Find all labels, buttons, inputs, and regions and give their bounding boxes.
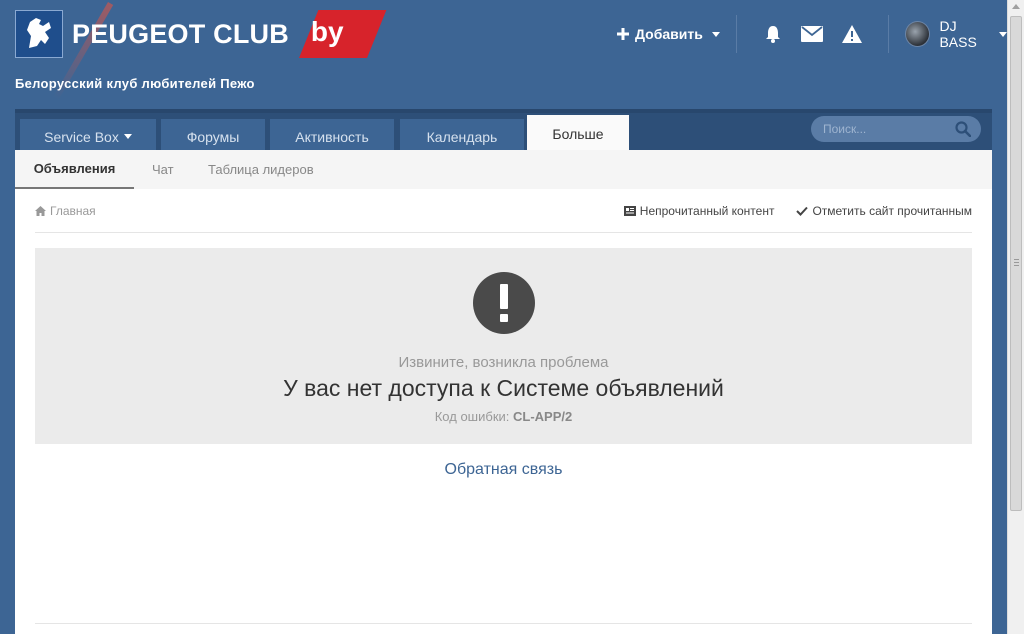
error-code: CL-APP/2 <box>513 409 573 424</box>
subnav-item-leaderboard[interactable]: Таблица лидеров <box>208 150 314 189</box>
subnav-label: Объявления <box>33 161 116 176</box>
peugeot-lion-icon <box>15 10 63 58</box>
exclamation-icon <box>473 272 535 334</box>
mark-site-read-label: Отметить сайт прочитанным <box>812 204 972 218</box>
tab-more[interactable]: Больше <box>527 115 629 152</box>
brand-suffix: by <box>310 16 344 47</box>
site-logo[interactable]: PEUGEOT CLUB by <box>15 10 387 58</box>
search-input[interactable] <box>811 122 949 136</box>
grip-icon <box>1014 259 1019 266</box>
site-header: PEUGEOT CLUB by Белорусский клуб любител… <box>0 0 1007 108</box>
breadcrumb-home-label: Главная <box>50 203 96 218</box>
brand-suffix-badge: by <box>298 10 387 58</box>
scroll-up-arrow-icon[interactable] <box>1012 4 1020 9</box>
tab-label: Календарь <box>426 128 498 145</box>
mark-site-read-link[interactable]: Отметить сайт прочитанным <box>796 204 972 218</box>
error-subtitle: Извините, возникла проблема <box>398 354 609 371</box>
notifications-button[interactable] <box>762 23 783 45</box>
tab-label: Активность <box>295 128 369 145</box>
envelope-icon <box>801 26 824 42</box>
tab-label: Форумы <box>186 128 240 145</box>
tab-calendar[interactable]: Календарь <box>400 119 524 154</box>
username: DJ BASS <box>939 18 977 50</box>
subnav-label: Таблица лидеров <box>208 162 314 177</box>
error-code-line: Код ошибки: CL-APP/2 <box>35 409 972 424</box>
avatar <box>905 21 931 47</box>
search-box <box>811 116 981 142</box>
add-content-button[interactable]: Добавить <box>617 26 720 42</box>
breadcrumb-home[interactable]: Главная <box>35 204 96 218</box>
user-menu-button[interactable]: DJ BASS <box>905 18 1007 50</box>
divider <box>735 15 737 53</box>
tab-label: Service Box <box>44 128 119 145</box>
subnav-item-classifieds[interactable]: Объявления <box>15 150 134 189</box>
tab-label: Больше <box>552 125 604 142</box>
main-content: Главная Непрочитанный контент Отметить с… <box>15 189 992 634</box>
chevron-down-icon <box>711 31 720 37</box>
scroll-thumb[interactable] <box>1010 16 1022 511</box>
reports-button[interactable] <box>841 23 863 45</box>
breadcrumb-bar: Главная Непрочитанный контент Отметить с… <box>35 189 972 233</box>
error-panel: Извините, возникла проблема У вас нет до… <box>35 248 972 444</box>
tab-forums[interactable]: Форумы <box>161 119 265 154</box>
brand-name: PEUGEOT CLUB <box>72 18 289 49</box>
sub-nav: Объявления Чат Таблица лидеров <box>15 150 992 189</box>
feedback-link[interactable]: Обратная связь <box>15 461 992 479</box>
unread-content-link[interactable]: Непрочитанный контент <box>623 204 775 218</box>
plus-icon <box>617 28 629 40</box>
error-code-label: Код ошибки: <box>434 409 510 424</box>
breadcrumb-actions: Непрочитанный контент Отметить сайт проч… <box>623 189 972 233</box>
site-tagline: Белорусский клуб любителей Пежо <box>15 76 255 91</box>
user-nav: Добавить DJ BASS <box>617 14 1007 54</box>
home-icon <box>35 205 46 216</box>
subnav-item-chat[interactable]: Чат <box>152 150 174 189</box>
divider <box>35 623 972 624</box>
check-icon <box>796 206 809 216</box>
tab-activity[interactable]: Активность <box>270 119 394 154</box>
divider <box>888 15 890 53</box>
error-title: У вас нет доступа к Системе объявлений <box>283 375 724 401</box>
add-content-label: Добавить <box>635 26 703 42</box>
warning-icon <box>842 25 863 43</box>
chevron-down-icon <box>998 31 1007 37</box>
tab-service-box[interactable]: Service Box <box>20 119 156 154</box>
subnav-label: Чат <box>152 162 174 177</box>
search-icon[interactable] <box>955 121 971 137</box>
messages-button[interactable] <box>801 23 824 45</box>
newspaper-icon <box>623 206 636 216</box>
page-scrollbar[interactable] <box>1007 0 1024 634</box>
main-nav: Service Box Форумы Активность Календарь … <box>15 109 992 154</box>
chevron-down-icon <box>123 134 132 139</box>
unread-content-label: Непрочитанный контент <box>639 204 775 218</box>
bell-icon <box>765 26 780 43</box>
